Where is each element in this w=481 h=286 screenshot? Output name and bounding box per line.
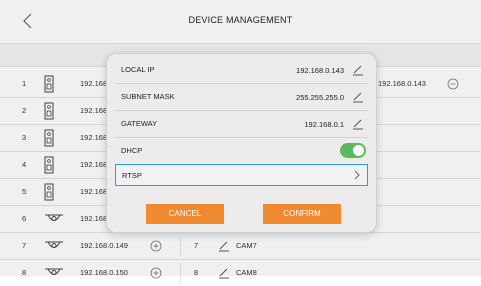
dhcp-row: DHCP xyxy=(115,138,368,165)
chevron-right-icon xyxy=(354,170,360,180)
cancel-button[interactable]: CANCEL xyxy=(146,204,224,224)
network-settings-dialog: LOCAL IP 192.168.0.143 SUBNET MASK 255.2… xyxy=(106,53,377,233)
edit-pencil-icon[interactable] xyxy=(352,118,364,130)
subnet-mask-value: 255.255.255.0 xyxy=(296,93,344,102)
dhcp-toggle[interactable] xyxy=(340,143,366,158)
subnet-mask-row: SUBNET MASK 255.255.255.0 xyxy=(115,84,368,111)
edit-pencil-icon[interactable] xyxy=(352,91,364,103)
gateway-label: GATEWAY xyxy=(121,119,158,128)
toggle-knob xyxy=(353,145,364,156)
dhcp-label: DHCP xyxy=(121,146,143,155)
gateway-row: GATEWAY 192.168.0.1 xyxy=(115,111,368,138)
local-ip-label: LOCAL IP xyxy=(121,65,155,74)
local-ip-row: LOCAL IP 192.168.0.143 xyxy=(115,57,368,84)
rtsp-label: RTSP xyxy=(122,171,142,180)
gateway-value: 192.168.0.1 xyxy=(304,120,344,129)
edit-pencil-icon[interactable] xyxy=(352,64,364,76)
local-ip-value: 192.168.0.143 xyxy=(296,66,344,75)
subnet-mask-label: SUBNET MASK xyxy=(121,92,175,101)
confirm-button[interactable]: CONFIRM xyxy=(263,204,341,224)
rtsp-row[interactable]: RTSP xyxy=(115,164,368,186)
